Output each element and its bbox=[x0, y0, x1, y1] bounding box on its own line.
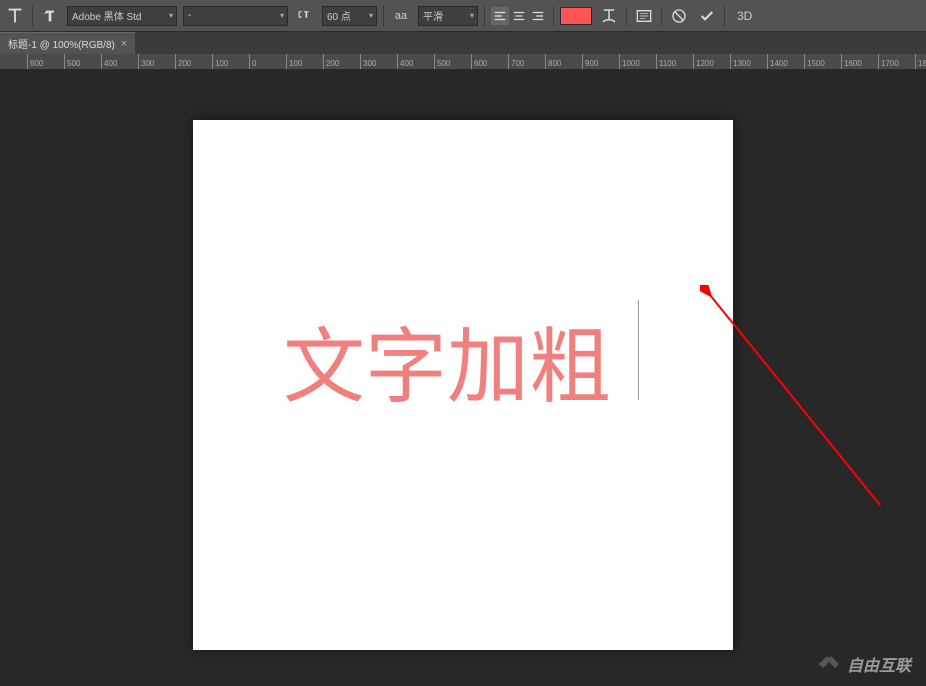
ruler-tick: 1300 bbox=[730, 54, 751, 70]
watermark-logo-icon bbox=[817, 652, 841, 676]
divider bbox=[724, 6, 725, 26]
font-size-value: 60 点 bbox=[327, 8, 351, 23]
font-size-input[interactable]: 60 点 bbox=[322, 6, 377, 26]
character-panel-icon[interactable] bbox=[633, 5, 655, 27]
ruler-tick: 1600 bbox=[841, 54, 862, 70]
document-tab-bar: 标题-1 @ 100%(RGB/8) × bbox=[0, 32, 926, 54]
options-toolbar: Adobe 黑体 Std - 60 点 aa 平滑 bbox=[0, 0, 926, 32]
watermark-text: 自由互联 bbox=[847, 652, 911, 676]
ruler-tick: 1100 bbox=[656, 54, 676, 70]
anti-alias-dropdown[interactable]: 平滑 bbox=[418, 6, 478, 26]
ruler-tick: 200 bbox=[175, 54, 191, 70]
ruler-tick: 600 bbox=[27, 54, 43, 70]
anti-alias-value: 平滑 bbox=[423, 8, 443, 23]
ruler-tick: 1400 bbox=[767, 54, 788, 70]
align-left-button[interactable] bbox=[491, 7, 509, 25]
tab-close-icon[interactable]: × bbox=[121, 38, 127, 50]
ruler-tick: 100 bbox=[286, 54, 302, 70]
font-style-dropdown[interactable]: - bbox=[183, 6, 288, 26]
ruler-tick: 400 bbox=[397, 54, 413, 70]
ruler-tick: 700 bbox=[508, 54, 524, 70]
warp-text-icon[interactable] bbox=[598, 5, 620, 27]
text-tool-icon[interactable] bbox=[4, 5, 26, 27]
ruler-tick: 0 bbox=[249, 54, 256, 70]
divider bbox=[661, 6, 662, 26]
tab-title: 标题-1 @ 100%(RGB/8) bbox=[8, 36, 115, 51]
ruler-tick: 500 bbox=[434, 54, 450, 70]
font-family-value: Adobe 黑体 Std bbox=[72, 8, 141, 23]
ruler-tick: 1500 bbox=[804, 54, 825, 70]
ruler-tick: 500 bbox=[64, 54, 80, 70]
ruler-tick: 900 bbox=[582, 54, 598, 70]
text-color-swatch[interactable] bbox=[560, 7, 592, 25]
commit-icon[interactable] bbox=[696, 5, 718, 27]
align-center-button[interactable] bbox=[510, 7, 528, 25]
font-size-icon[interactable] bbox=[294, 5, 316, 27]
cancel-icon[interactable] bbox=[668, 5, 690, 27]
ruler-tick: 800 bbox=[545, 54, 561, 70]
text-cursor bbox=[638, 300, 639, 400]
ruler-tick: 300 bbox=[138, 54, 154, 70]
canvas-text-layer[interactable]: 文字加粗 bbox=[283, 300, 611, 419]
font-family-dropdown[interactable]: Adobe 黑体 Std bbox=[67, 6, 177, 26]
ruler-tick: 1200 bbox=[693, 54, 714, 70]
text-orientation-toggle-icon[interactable] bbox=[39, 5, 61, 27]
canvas-area[interactable]: 文字加粗 bbox=[0, 70, 926, 686]
ruler-tick: 100 bbox=[212, 54, 228, 70]
align-right-button[interactable] bbox=[529, 7, 547, 25]
divider bbox=[32, 6, 33, 26]
divider bbox=[484, 6, 485, 26]
ruler-tick: 600 bbox=[471, 54, 487, 70]
document-tab[interactable]: 标题-1 @ 100%(RGB/8) × bbox=[0, 32, 135, 54]
ruler-tick: 1700 bbox=[878, 54, 899, 70]
anti-alias-icon: aa bbox=[390, 5, 412, 27]
divider bbox=[626, 6, 627, 26]
ruler-tick: 1800 bbox=[915, 54, 926, 70]
ruler-tick: 200 bbox=[323, 54, 339, 70]
3d-button[interactable]: 3D bbox=[731, 9, 758, 23]
watermark: 自由互联 bbox=[817, 652, 911, 676]
ruler-tick: 1000 bbox=[619, 54, 640, 70]
ruler-tick: 400 bbox=[101, 54, 117, 70]
ruler-tick: 300 bbox=[360, 54, 376, 70]
divider bbox=[553, 6, 554, 26]
divider bbox=[383, 6, 384, 26]
text-align-group bbox=[491, 7, 547, 25]
horizontal-ruler[interactable]: 0 600 500 400 300 200 1000 100 200 300 400 500 600 70… bbox=[0, 54, 926, 70]
document-canvas[interactable]: 文字加粗 bbox=[193, 120, 733, 650]
font-style-value: - bbox=[188, 10, 191, 21]
